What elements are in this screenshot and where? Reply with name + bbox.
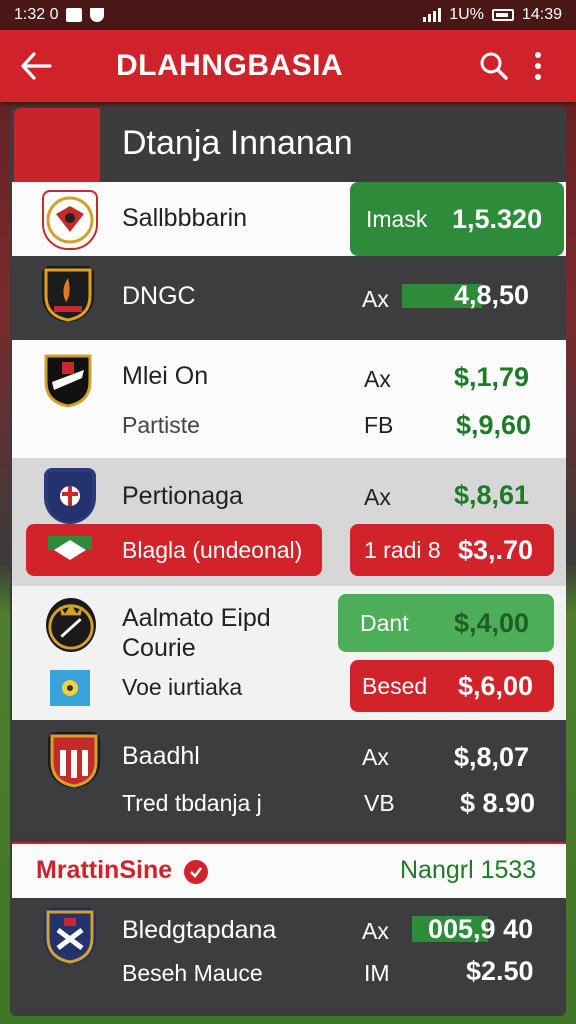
- odds-value[interactable]: $,8,61: [454, 480, 529, 511]
- odds-button[interactable]: Besed $,6,00: [350, 660, 554, 712]
- promo-button[interactable]: Blagla (undeonal): [26, 524, 322, 576]
- app-bar: DLAHNGBASIA: [0, 30, 576, 102]
- battery-icon: [491, 9, 514, 21]
- flag-icon: [50, 670, 90, 706]
- footer-section-header[interactable]: MrattinSine Nangrl 1533: [12, 842, 566, 898]
- promo-odds-button[interactable]: 1 radi 8 $3,.70: [350, 524, 554, 576]
- sub-market-label: IM: [364, 960, 390, 986]
- section-accent: [14, 108, 100, 184]
- check-icon: [184, 860, 208, 884]
- status-clock: 14:39: [521, 6, 562, 23]
- match-row[interactable]: Sallbbbarin Imask 1,5.320: [12, 182, 566, 256]
- team-name: DNGC: [122, 282, 196, 310]
- odds-value[interactable]: 005,9 40: [428, 914, 533, 945]
- team-name: Baadhl: [122, 742, 200, 770]
- promo-odds: $3,.70: [458, 535, 534, 565]
- team-name-line2: Courie: [122, 634, 196, 662]
- market-label: Ax: [364, 366, 391, 392]
- odds-value[interactable]: $,8,07: [454, 742, 529, 773]
- match-row[interactable]: Pertionaga Ax $,8,61 Blagla (undeonal) 1…: [12, 458, 566, 586]
- market-label: Ax: [362, 918, 389, 944]
- team-crest-icon: [44, 908, 96, 964]
- sub-label: Tred tbdanja j: [122, 790, 262, 816]
- sub-label: Voe iurtiaka: [122, 674, 243, 700]
- team-crest-icon: [42, 266, 94, 322]
- sub-odds-value[interactable]: $,9,60: [456, 410, 531, 441]
- market-label: Besed: [362, 673, 428, 699]
- promo-market: 1 radi 8: [364, 537, 441, 563]
- market-label: Ax: [362, 286, 389, 312]
- status-bar: 1:32 0 1U% 14:39: [0, 0, 576, 30]
- odds-value: $,4,00: [454, 608, 530, 638]
- sub-odds-value[interactable]: $ 8.90: [460, 788, 535, 819]
- team-name: Bledgtapdana: [122, 916, 277, 944]
- team-crest-icon: [46, 598, 96, 652]
- odds-value: 1,5.320: [452, 204, 543, 234]
- sub-label: Beseh Mauce: [122, 960, 263, 986]
- status-time: 1:32 0: [14, 6, 59, 23]
- match-row[interactable]: Bledgtapdana Ax 005,9 40 Beseh Mauce IM …: [12, 898, 566, 1002]
- team-crest-icon: [42, 352, 94, 408]
- app-title: DLAHNGBASIA: [116, 49, 344, 82]
- team-name: Sallbbbarin: [122, 204, 248, 232]
- match-row[interactable]: DNGC Ax 4,8,50: [12, 256, 566, 340]
- market-label: Dant: [360, 610, 409, 636]
- more-vert-icon[interactable]: [516, 44, 560, 88]
- odds-button[interactable]: Imask 1,5.320: [350, 182, 564, 256]
- market-label: Imask: [366, 206, 428, 232]
- odds-value[interactable]: 4,8,50: [454, 280, 529, 311]
- market-label: Ax: [362, 744, 389, 770]
- section-title: Dtanja Innanan: [122, 124, 353, 162]
- team-name: Mlei On: [122, 362, 209, 390]
- team-crest-icon: [44, 468, 96, 524]
- team-crest-icon: [42, 190, 98, 250]
- match-row[interactable]: Aalmato Eipd Courie Dant $,4,00 Voe iurt…: [12, 586, 566, 720]
- sub-label: Partiste: [122, 412, 200, 438]
- footer-section-right: Nangrl 1533: [400, 856, 537, 884]
- notification-icon: [66, 8, 83, 22]
- shield-icon: [90, 8, 105, 22]
- battery-percent: 1U%: [449, 6, 484, 23]
- odds-button[interactable]: Dant $,4,00: [338, 594, 554, 652]
- match-row[interactable]: Mlei On Ax $,1,79 Partiste FB $,9,60: [12, 340, 566, 458]
- signal-icon: [423, 8, 442, 22]
- team-crest-icon: [48, 732, 100, 788]
- promo-label: Blagla (undeonal): [122, 537, 303, 563]
- back-arrow-icon[interactable]: [16, 46, 56, 86]
- footer-section-title: MrattinSine: [36, 856, 173, 884]
- sub-market-label: VB: [364, 790, 395, 816]
- team-name-line1: Aalmato Eipd: [122, 604, 271, 632]
- flag-icon: [48, 536, 92, 564]
- sub-odds-value[interactable]: $2.50: [466, 956, 534, 987]
- team-name: Pertionaga: [122, 482, 243, 510]
- search-icon[interactable]: [472, 44, 516, 88]
- odds-value[interactable]: $,1,79: [454, 362, 529, 393]
- match-row[interactable]: Baadhl Ax $,8,07 Tred tbdanja j VB $ 8.9…: [12, 720, 566, 832]
- sub-market-label: FB: [364, 412, 394, 438]
- market-label: Ax: [364, 484, 391, 510]
- odds-value: $,6,00: [458, 671, 534, 701]
